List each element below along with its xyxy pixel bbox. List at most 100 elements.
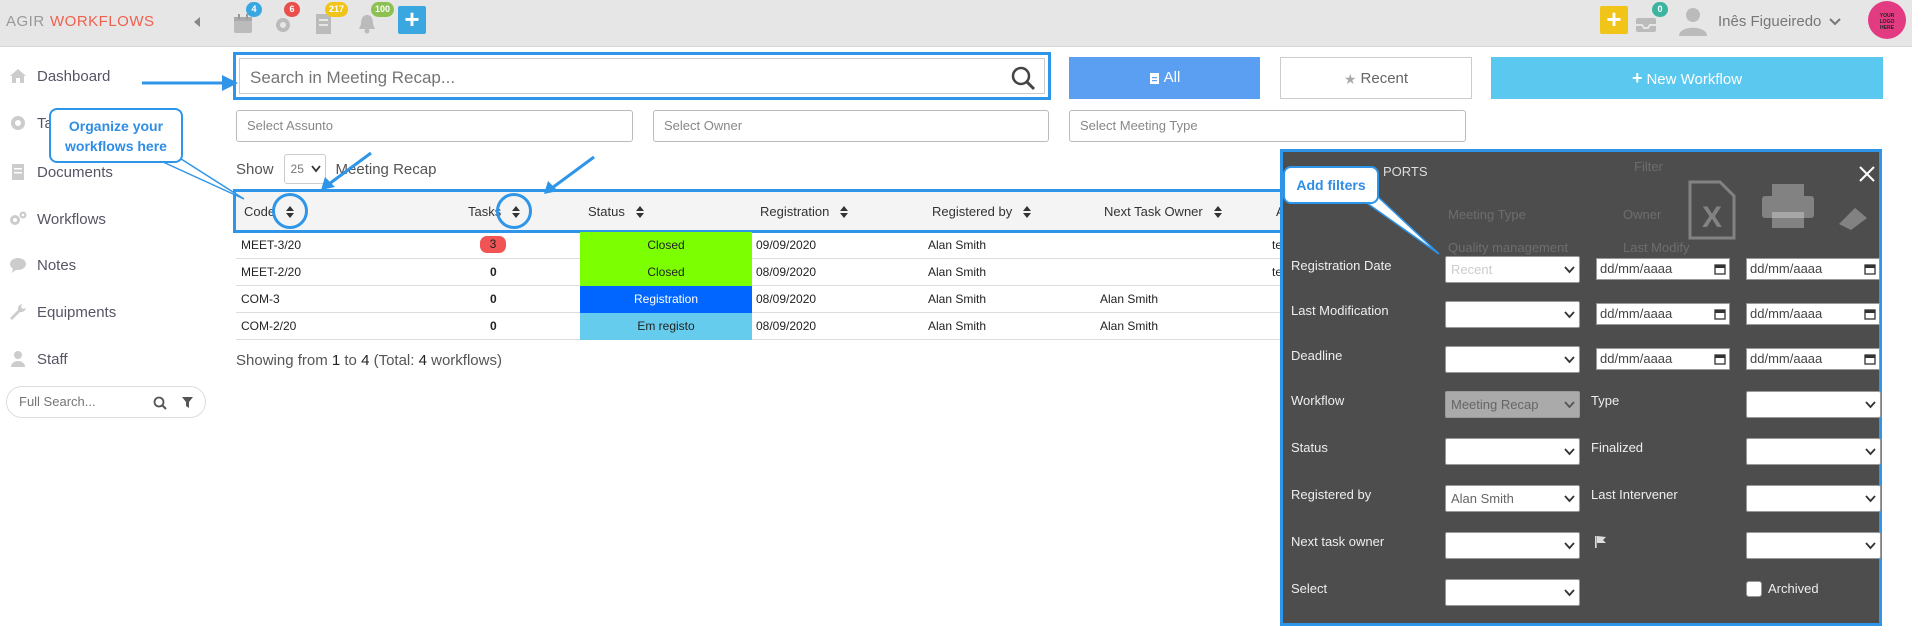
cell-code[interactable]: MEET-2/20 (241, 265, 301, 279)
cell-registration: 09/09/2020 (756, 238, 817, 252)
chevron-down-icon (1564, 356, 1575, 364)
full-search-input[interactable] (19, 394, 149, 409)
workflow-select[interactable]: Meeting Recap (1445, 391, 1580, 418)
inbox-icon (1636, 18, 1656, 32)
archived-checkbox[interactable] (1746, 581, 1762, 597)
collapse-sidebar-icon[interactable] (192, 15, 202, 29)
meeting-type-select[interactable]: Select Meeting Type (1069, 110, 1466, 142)
owner-select[interactable]: Select Owner (653, 110, 1049, 142)
deadline-from[interactable]: dd/mm/aaaa (1596, 348, 1730, 370)
sidebar-item-staff[interactable]: Staff (8, 347, 68, 371)
table-row[interactable]: MEET-2/20 0 Closed 08/09/2020 Alan Smith… (236, 259, 1282, 286)
company-logo: YOUR LOGO HERE (1868, 1, 1906, 39)
registration-date-to[interactable]: dd/mm/aaaa (1746, 258, 1880, 280)
documents-button[interactable]: 217 (312, 2, 348, 39)
documents-badge: 217 (324, 2, 348, 17)
settings-badge: 6 (284, 2, 300, 17)
sidebar-item-dashboard[interactable]: Dashboard (8, 64, 110, 88)
cell-tasks: 3 (480, 236, 506, 253)
add-filters-callout: Add filters (1283, 166, 1379, 204)
sort-icon[interactable] (635, 205, 645, 219)
finalized-select[interactable] (1746, 438, 1881, 465)
column-header-registered-by[interactable]: Registered by (932, 204, 1032, 219)
excel-export-icon[interactable]: X (1686, 180, 1738, 240)
user-name[interactable]: Inês Figueiredo (1718, 13, 1821, 30)
create-button[interactable]: + (1600, 6, 1628, 34)
cell-code[interactable]: COM-3 (241, 292, 280, 306)
eraser-icon[interactable] (1835, 204, 1871, 232)
last-modification-select[interactable] (1445, 301, 1580, 328)
status-badge: Closed (580, 259, 752, 286)
column-header-status[interactable]: Status (588, 204, 645, 219)
calendar-icon (1714, 264, 1726, 275)
ghost-meeting-type: Meeting Type (1448, 207, 1526, 222)
cell-registered-by: Alan Smith (928, 319, 987, 333)
cell-code[interactable]: MEET-3/20 (241, 238, 301, 252)
sidebar-item-label: Dashboard (37, 67, 111, 85)
sidebar-item-documents[interactable]: Documents (8, 160, 113, 184)
chevron-down-icon (1564, 542, 1575, 550)
search-input[interactable] (250, 68, 970, 88)
search-field[interactable] (239, 58, 1045, 94)
flag-select[interactable] (1746, 532, 1881, 559)
calendar-icon (1714, 354, 1726, 365)
chevron-down-icon[interactable] (1829, 17, 1841, 26)
table-row[interactable]: COM-2/20 0 Em registo 08/09/2020 Alan Sm… (236, 313, 1280, 340)
chevron-down-icon (1865, 542, 1876, 550)
calendar-icon (1864, 354, 1876, 365)
recent-button[interactable]: ★ Recent (1280, 57, 1472, 99)
recent-label: Recent (1360, 70, 1409, 87)
sort-icon[interactable] (1022, 205, 1032, 219)
all-label: All (1163, 69, 1181, 86)
cell-registration: 08/09/2020 (756, 292, 817, 306)
select-dropdown[interactable] (1445, 579, 1580, 606)
next-task-owner-select[interactable] (1445, 532, 1580, 559)
sidebar-item-equipments[interactable]: Equipments (8, 300, 116, 324)
sidebar-item-notes[interactable]: Notes (8, 253, 76, 277)
column-header-registration[interactable]: Registration (760, 204, 849, 219)
sort-icon[interactable] (1213, 205, 1223, 219)
registered-by-select[interactable]: Alan Smith (1445, 485, 1580, 512)
quick-add-button[interactable]: + (398, 6, 426, 34)
cell-code[interactable]: COM-2/20 (241, 319, 296, 333)
user-avatar[interactable] (1676, 5, 1710, 37)
last-intervener-select[interactable] (1746, 485, 1881, 512)
close-icon[interactable] (1858, 165, 1876, 183)
last-modification-from[interactable]: dd/mm/aaaa (1596, 303, 1730, 325)
type-select[interactable] (1746, 391, 1881, 418)
settings-button[interactable]: 6 (272, 2, 302, 39)
last-modification-to[interactable]: dd/mm/aaaa (1746, 303, 1880, 325)
label-type: Type (1591, 393, 1620, 408)
full-search-box[interactable] (6, 386, 206, 418)
svg-text:X: X (1702, 201, 1722, 234)
organize-callout: Organize your workflows here (49, 108, 183, 163)
sidebar-item-tasks[interactable]: Ta (8, 111, 53, 135)
table-row[interactable]: COM-3 0 Registration 08/09/2020 Alan Smi… (236, 286, 1280, 313)
label-finalized: Finalized (1591, 440, 1644, 455)
registration-date-from[interactable]: dd/mm/aaaa (1596, 258, 1730, 280)
panel-header: PORTS (1383, 164, 1428, 179)
table-row[interactable]: MEET-3/20 3 Closed 09/09/2020 Alan Smith… (236, 232, 1282, 259)
calendar-button[interactable]: 4 (232, 2, 262, 39)
deadline-select[interactable] (1445, 346, 1580, 373)
all-button[interactable]: All (1069, 57, 1260, 99)
status-select[interactable] (1445, 438, 1580, 465)
deadline-to[interactable]: dd/mm/aaaa (1746, 348, 1880, 370)
search-icon[interactable] (1010, 65, 1036, 91)
registration-date-select[interactable]: Recent (1445, 256, 1580, 283)
messages-badge: 0 (1652, 2, 1668, 17)
brand-workflows[interactable]: WORKFLOWS (50, 13, 155, 30)
notifications-button[interactable]: 100 (356, 2, 394, 39)
print-icon[interactable] (1760, 182, 1816, 230)
messages-button[interactable]: 0 (1634, 2, 1668, 39)
sort-icon[interactable] (839, 205, 849, 219)
star-icon: ★ (1343, 71, 1357, 88)
sidebar-item-workflows[interactable]: Workflows (8, 207, 106, 231)
cell-registered-by: Alan Smith (928, 238, 987, 252)
new-workflow-button[interactable]: + New Workflow (1491, 57, 1883, 99)
chevron-down-icon (1564, 448, 1575, 456)
column-header-next-task-owner[interactable]: Next Task Owner (1104, 204, 1223, 219)
search-icon[interactable] (153, 396, 167, 410)
assunto-select[interactable]: Select Assunto (236, 110, 633, 142)
filter-icon[interactable] (181, 396, 194, 409)
